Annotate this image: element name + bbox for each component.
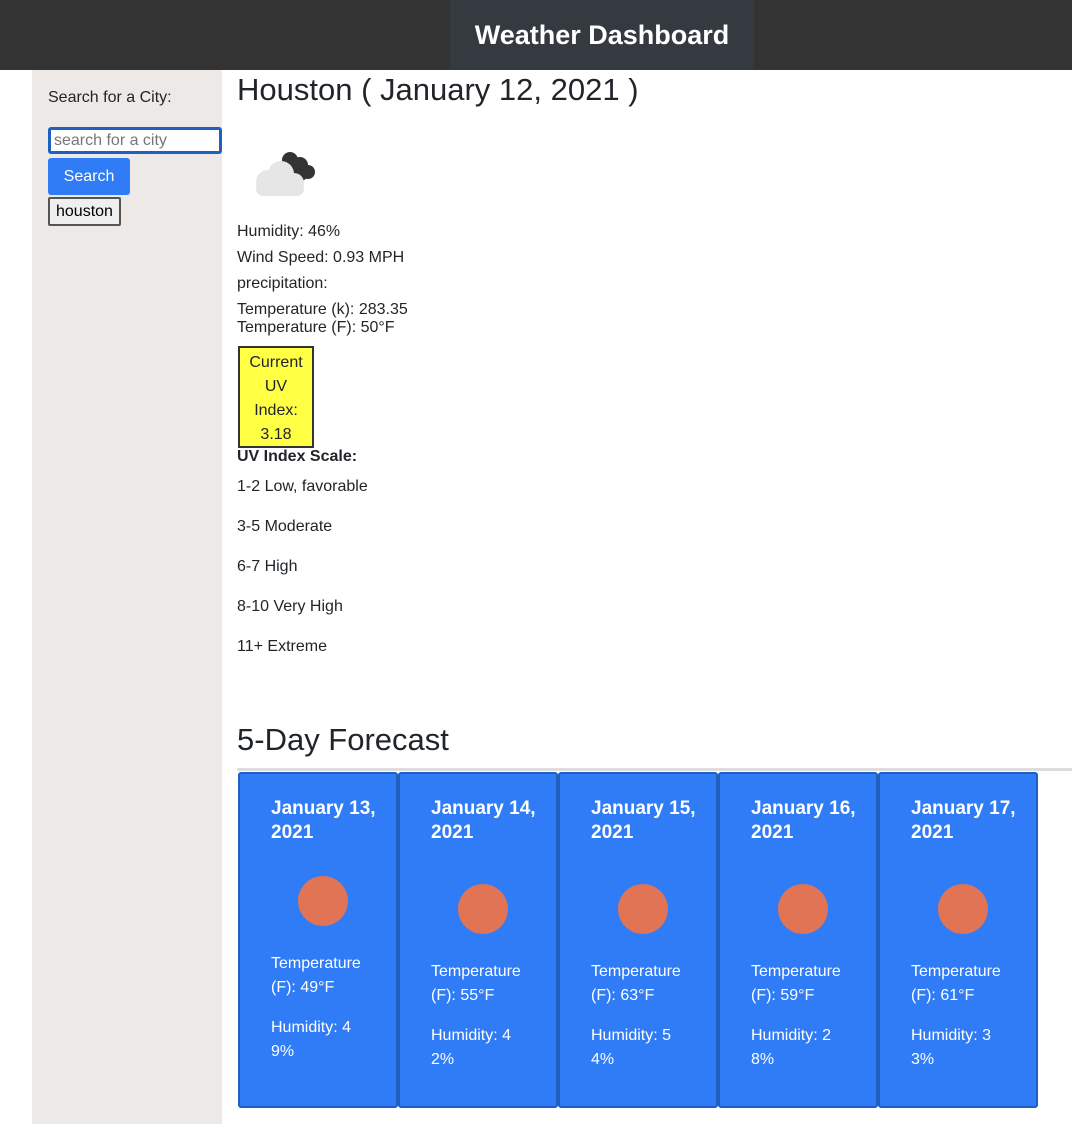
temperature-k-text: Temperature (k): 283.35 [237, 301, 408, 318]
forecast-card: January 15, 2021 Temperature (F): 63°F H… [558, 772, 718, 1108]
sun-icon [778, 884, 828, 934]
uv-scale-item: 1-2 Low, favorable [237, 478, 368, 495]
forecast-humidity: Humidity: 49% [271, 1019, 352, 1060]
uv-badge-line: Current [249, 354, 303, 371]
sun-icon [458, 884, 508, 934]
forecast-divider [237, 768, 1072, 771]
forecast-date: January 13, 2021 [271, 798, 376, 843]
forecast-humidity: Humidity: 28% [751, 1027, 832, 1068]
search-button[interactable]: Search [48, 158, 130, 195]
forecast-temperature: Temperature (F): 63°F [591, 963, 681, 1004]
humidity-text: Humidity: 46% [237, 223, 341, 240]
uv-scale-item: 11+ Extreme [237, 638, 327, 655]
search-input[interactable] [48, 127, 222, 154]
forecast-card: January 16, 2021 Temperature (F): 59°F H… [718, 772, 878, 1108]
sidebar: Search for a City: Search houston [32, 70, 222, 1124]
current-city-heading: Houston ( January 12, 2021 ) [237, 72, 639, 107]
uv-scale-item: 3-5 Moderate [237, 518, 333, 535]
uv-badge-line: UV [264, 378, 288, 395]
uv-badge-line: Index: [254, 402, 298, 419]
uv-scale-item: 6-7 High [237, 558, 298, 575]
uv-index-value: 3.18 [260, 426, 292, 443]
app-title: Weather Dashboard [450, 0, 754, 70]
sun-icon [298, 876, 348, 926]
sun-icon [618, 884, 668, 934]
forecast-temperature: Temperature (F): 61°F [911, 963, 1001, 1004]
forecast-card: January 17, 2021 Temperature (F): 61°F H… [878, 772, 1038, 1108]
forecast-humidity: Humidity: 33% [911, 1027, 992, 1068]
history-item-houston[interactable]: houston [48, 197, 121, 226]
forecast-humidity: Humidity: 42% [431, 1027, 512, 1068]
cloud-icon [248, 146, 328, 200]
forecast-temperature: Temperature (F): 55°F [431, 963, 521, 1004]
uv-index-badge: Current UV Index: 3.18 [238, 346, 314, 448]
uv-scale-title: UV Index Scale: [237, 448, 358, 465]
forecast-card: January 14, 2021 Temperature (F): 55°F H… [398, 772, 558, 1108]
wind-speed-text: Wind Speed: 0.93 MPH [237, 249, 405, 266]
top-bar: Weather Dashboard [0, 0, 1072, 70]
temperature-f-text: Temperature (F): 50°F [237, 319, 395, 336]
uv-scale-item: 8-10 Very High [237, 598, 343, 615]
forecast-card: January 13, 2021 Temperature (F): 49°F H… [238, 772, 398, 1108]
forecast-date: January 17, 2021 [911, 798, 1016, 843]
search-label: Search for a City: [48, 89, 172, 106]
sun-icon [938, 884, 988, 934]
forecast-temperature: Temperature (F): 49°F [271, 955, 361, 996]
forecast-date: January 15, 2021 [591, 798, 696, 843]
forecast-date: January 14, 2021 [431, 798, 536, 843]
forecast-heading: 5-Day Forecast [237, 722, 449, 757]
forecast-temperature: Temperature (F): 59°F [751, 963, 841, 1004]
forecast-humidity: Humidity: 54% [591, 1027, 672, 1068]
precipitation-text: precipitation: [237, 275, 328, 292]
forecast-date: January 16, 2021 [751, 798, 856, 843]
